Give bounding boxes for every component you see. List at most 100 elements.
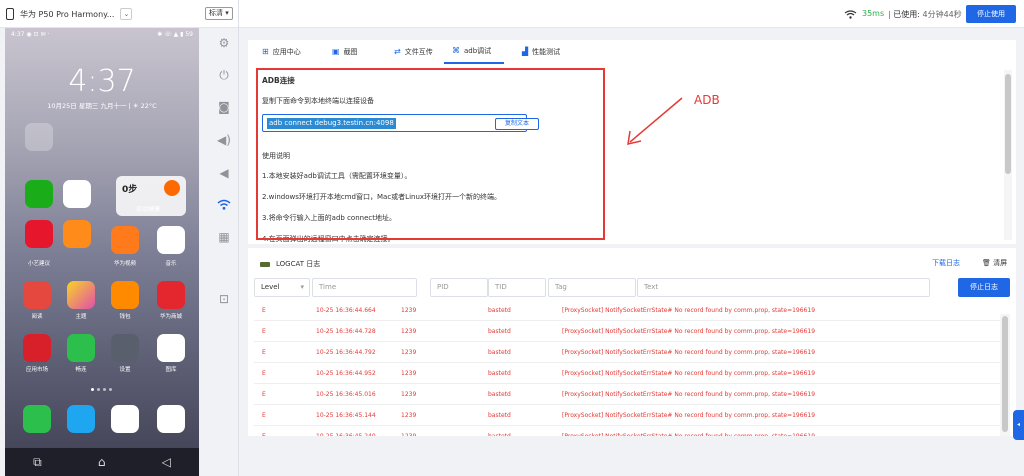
qq-app-icon[interactable]	[63, 180, 91, 208]
camera-icon[interactable]: ◙	[213, 96, 235, 118]
power-icon[interactable]: ⏻	[213, 64, 235, 86]
volume-down-icon[interactable]: ◀	[213, 162, 235, 184]
chart-icon: ▟	[522, 47, 529, 56]
latency-value: 35ms	[862, 9, 885, 18]
tab-label: adb调试	[464, 47, 492, 55]
table-row[interactable]: E 10-25 16:36:45.240 1239 bastetd [Proxy…	[254, 426, 1004, 436]
logcat-panel: LOGCAT 日志 下载日志 🗑 清屏 Level ▾ Time PID TID …	[248, 248, 1016, 436]
annotation-label: ADB	[694, 93, 720, 107]
recent-apps-icon[interactable]: ⧉	[33, 455, 42, 470]
volume-up-icon[interactable]: ◀)	[213, 129, 235, 151]
phone-status-bar: 4:37 ◉ ⊡ ✉ · ✱ ☏ ▲ ▮ 59	[5, 30, 199, 40]
app-label: 华为商城	[159, 314, 182, 320]
clear-label: 清屏	[993, 259, 1008, 267]
stop-use-button[interactable]: 停止使用	[966, 5, 1016, 23]
huawei-video-app-icon[interactable]	[111, 226, 139, 254]
table-row[interactable]: E 10-25 16:36:44.728 1239 bastetd [Proxy…	[254, 321, 1004, 342]
tid-filter-input[interactable]: TID	[488, 278, 546, 297]
table-row[interactable]: E 10-25 16:36:44.664 1239 bastetd [Proxy…	[254, 300, 1004, 321]
music-app-icon[interactable]	[157, 226, 185, 254]
weibo-app-icon[interactable]	[25, 220, 53, 248]
gallery-app-icon[interactable]	[157, 334, 185, 362]
log-time: 10-25 16:36:45.144	[316, 412, 376, 419]
floating-help-tab[interactable]: ◂	[1013, 410, 1024, 440]
device-selector[interactable]: 华为 P50 Pro Harmony... ⌄	[6, 6, 133, 22]
status-left: 4:37 ◉ ⊡ ✉ ·	[11, 31, 50, 38]
log-time: 10-25 16:36:44.792	[316, 349, 376, 356]
app-icon[interactable]	[63, 220, 91, 248]
pid-filter-input[interactable]: PID	[430, 278, 488, 297]
log-text: [ProxySocket] NotifySocketErrState# No r…	[562, 426, 815, 436]
table-row[interactable]: E 10-25 16:36:45.144 1239 bastetd [Proxy…	[254, 405, 1004, 426]
adb-scrollbar[interactable]	[1004, 70, 1012, 240]
bottom-spacer	[248, 436, 1016, 476]
table-row[interactable]: E 10-25 16:36:44.792 1239 bastetd [Proxy…	[254, 342, 1004, 363]
reader-app-icon[interactable]	[23, 281, 51, 309]
vmall-app-icon[interactable]	[157, 281, 185, 309]
page-indicator	[91, 388, 115, 392]
log-table: E 10-25 16:36:44.664 1239 bastetd [Proxy…	[254, 300, 1004, 436]
widget-placeholder[interactable]	[25, 123, 53, 151]
gear-icon[interactable]: ⚙	[213, 32, 235, 54]
browser-app-icon[interactable]	[111, 405, 139, 433]
camera-app-icon[interactable]	[157, 405, 185, 433]
time-filter-input[interactable]: Time	[312, 278, 417, 297]
image-icon: ▣	[332, 47, 340, 56]
used-label: 已使用:	[893, 10, 920, 19]
used-time-value: 4分钟44秒	[922, 10, 962, 19]
themes-app-icon[interactable]	[67, 281, 95, 309]
tab-label: 应用中心	[272, 48, 301, 56]
log-tag: bastetd	[488, 349, 511, 356]
wallet-app-icon[interactable]	[111, 281, 139, 309]
log-time: 10-25 16:36:45.016	[316, 391, 376, 398]
divider	[238, 0, 239, 476]
settings-app-icon[interactable]	[111, 334, 139, 362]
home-icon[interactable]: ⌂	[98, 455, 106, 469]
log-text: [ProxySocket] NotifySocketErrState# No r…	[562, 307, 816, 314]
logcat-icon	[260, 261, 270, 267]
dock	[5, 401, 199, 441]
tab-label: 性能测试	[532, 48, 561, 56]
log-scrollbar[interactable]	[1000, 314, 1010, 436]
log-level: E	[262, 349, 266, 356]
text-filter-input[interactable]: Text	[637, 278, 930, 297]
stop-log-button[interactable]: 停止日志	[958, 278, 1010, 297]
log-pid: 1239	[401, 391, 417, 398]
download-log-link[interactable]: 下载日志	[932, 258, 960, 268]
log-level: E	[262, 426, 266, 436]
log-tag: bastetd	[488, 370, 511, 377]
steps-widget[interactable]: 0步 运动健康	[116, 176, 186, 216]
tag-filter-input[interactable]: Tag	[548, 278, 636, 297]
run-icon	[164, 180, 180, 196]
chevron-down-icon[interactable]: ⌄	[120, 8, 133, 20]
log-text: [ProxySocket] NotifySocketErrState# No r…	[562, 412, 816, 419]
scrollbar-thumb[interactable]	[1002, 316, 1008, 432]
tab-screenshot[interactable]: ▣ 截图	[324, 40, 366, 64]
wechat-app-icon[interactable]	[25, 180, 53, 208]
tab-adb[interactable]: ⌘ adb调试	[444, 40, 504, 64]
log-time: 10-25 16:36:44.664	[316, 307, 376, 314]
tab-app-center[interactable]: ⊞ 应用中心	[254, 40, 309, 64]
log-pid: 1239	[401, 426, 416, 436]
tab-performance[interactable]: ▟ 性能测试	[514, 40, 568, 64]
table-row[interactable]: E 10-25 16:36:44.952 1239 bastetd [Proxy…	[254, 363, 1004, 384]
status-right: ✱ ☏ ▲ ▮ 59	[157, 31, 193, 38]
phone-app-icon[interactable]	[23, 405, 51, 433]
back-icon[interactable]: ◁	[162, 455, 171, 469]
messages-app-icon[interactable]	[67, 405, 95, 433]
sim-icon[interactable]: ▦	[213, 226, 235, 248]
log-level: E	[262, 412, 266, 419]
apps-icon[interactable]: ⊡	[213, 288, 235, 310]
device-screen[interactable]: 4:37 ◉ ⊡ ✉ · ✱ ☏ ▲ ▮ 59 4:37 10月25日 星期三 …	[5, 28, 199, 476]
scrollbar-thumb[interactable]	[1005, 74, 1011, 174]
tab-file-transfer[interactable]: ⇄ 文件互传	[386, 40, 441, 64]
log-level: E	[262, 370, 266, 377]
clear-screen-button[interactable]: 🗑 清屏	[982, 258, 1007, 268]
log-level: E	[262, 328, 266, 335]
table-row[interactable]: E 10-25 16:36:45.016 1239 bastetd [Proxy…	[254, 384, 1004, 405]
wifi-icon[interactable]	[213, 194, 235, 216]
level-select[interactable]: Level ▾	[254, 278, 310, 297]
quality-select[interactable]: 标清 ▾	[205, 7, 233, 20]
meetime-app-icon[interactable]	[67, 334, 95, 362]
appgallery-app-icon[interactable]	[23, 334, 51, 362]
